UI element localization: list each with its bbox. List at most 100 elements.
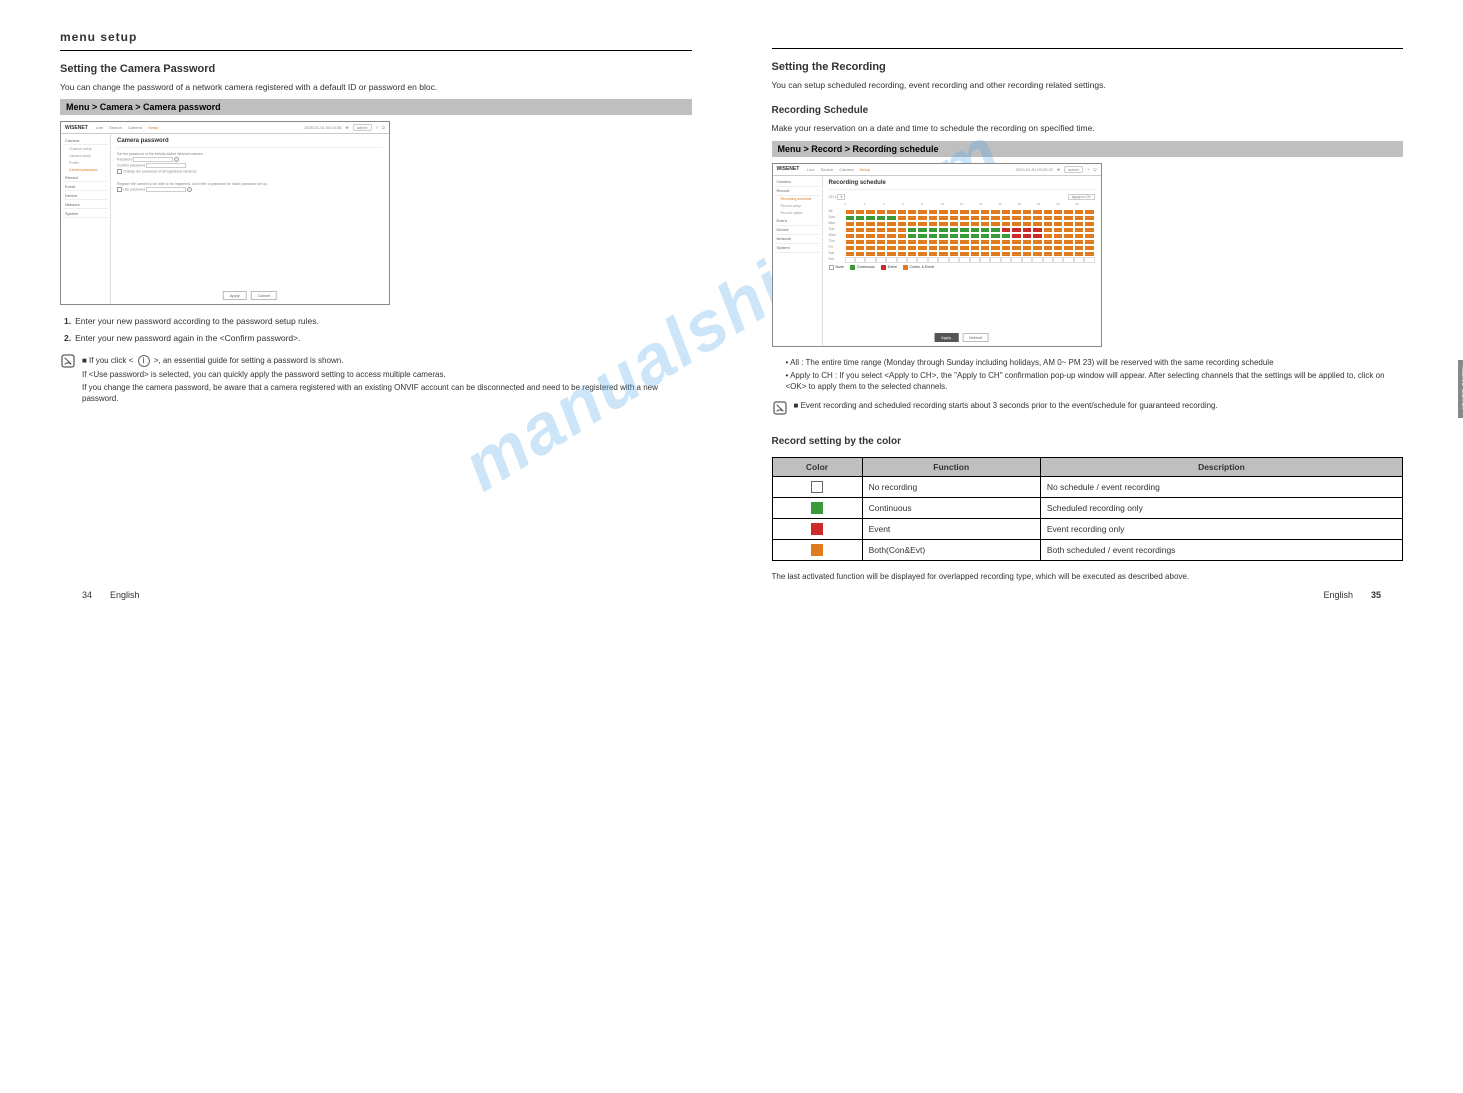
screenshot-camera-password: WISENET Live Search Camera Setup 2020-01…	[60, 121, 390, 305]
note-icon	[60, 353, 76, 375]
th-color: Color	[772, 457, 862, 476]
legend-continuous: Continuous	[857, 265, 875, 269]
legend-none: None	[836, 265, 844, 269]
topnav-camera[interactable]: Camera	[128, 125, 142, 130]
topnav-search[interactable]: Search	[109, 125, 122, 130]
apply-to-ch-button[interactable]: Apply to CH	[1068, 194, 1095, 200]
pw-label: Password	[117, 158, 132, 162]
sidebar-item-record[interactable]: Recordˇ	[63, 173, 108, 182]
schedule-legend: None Continuous Event Contin. & Event	[829, 265, 1095, 270]
help-icon[interactable]: ?	[376, 125, 378, 130]
chk-label: Change the password of all registered ca…	[123, 170, 197, 174]
page-columns: menu setup Setting the Camera Password Y…	[60, 30, 1403, 588]
ss2-body: Cameraˇ Recordˇ Recording schedule Recor…	[773, 176, 1101, 346]
ss2-main-title: Recording schedule	[829, 180, 1095, 190]
sidebar-item-network[interactable]: Networkˇ	[775, 235, 820, 244]
cancel-button[interactable]: Cancel	[251, 291, 277, 300]
sidebar-sub-camera-setup[interactable]: Camera setup	[63, 152, 108, 159]
right-sub-body: Make your reservation on a date and time…	[772, 122, 1404, 134]
sidebar-item-system[interactable]: Systemˇ	[63, 209, 108, 218]
note-row-1: ■ If you click < i >, an essential guide…	[60, 353, 692, 407]
step-2: 2.Enter your new password again in the <…	[64, 332, 692, 345]
schedule-grid[interactable]: AllSunMonTueWedThuFriSatHol	[829, 209, 1095, 263]
sidebar-item-device[interactable]: Deviceˇ	[63, 191, 108, 200]
language-icon[interactable]: ⎈	[345, 125, 348, 130]
note-3: If you change the camera password, be aw…	[82, 382, 692, 404]
legend-swatch-none	[829, 265, 834, 270]
sidebar-sub-record-setup[interactable]: Record setup	[775, 203, 820, 210]
topnav-setup[interactable]: Setup	[860, 167, 870, 172]
note-2: If <Use password> is selected, you can q…	[82, 369, 692, 380]
sidebar-item-event[interactable]: Eventˇ	[775, 217, 820, 226]
admin-button[interactable]: admin	[1064, 166, 1083, 173]
topnav-live[interactable]: Live	[96, 125, 103, 130]
use-password-input[interactable]	[146, 187, 186, 192]
color-table: Color Function Description No recordingN…	[772, 457, 1404, 561]
sidebar-item-event[interactable]: Eventˇ	[63, 182, 108, 191]
apply-button[interactable]: Apply	[934, 333, 958, 342]
language-icon[interactable]: ⎈	[1057, 167, 1060, 172]
ss2-datetime: 2020-01-01 00:20:22	[1016, 167, 1053, 172]
apply-button[interactable]: Apply	[223, 291, 247, 300]
page-footer-right: English	[1323, 590, 1353, 600]
schedule-top-row: CH 1 ▾ Apply to CH	[829, 194, 1095, 200]
confirm-password-input[interactable]	[146, 163, 186, 168]
sidebar-sub-recording-schedule[interactable]: Recording schedule	[775, 196, 820, 203]
ss2-buttons: Apply Default	[934, 333, 989, 342]
legend-swatch-both	[903, 265, 908, 270]
ss2-topnav: Live Search Camera Setup	[807, 167, 870, 172]
power-icon[interactable]: ⏻	[382, 125, 385, 130]
menu-path-bar-right: Menu > Record > Recording schedule	[772, 141, 1404, 157]
topnav-camera[interactable]: Camera	[839, 167, 853, 172]
default-button[interactable]: Default	[962, 333, 989, 342]
bullet-apply-ch: • Apply to CH : If you select <Apply to …	[786, 370, 1404, 392]
ss-buttons: Apply Cancel	[223, 291, 277, 300]
right-section-heading: Setting the Recording	[772, 61, 1404, 73]
ss-main-title: Camera password	[117, 138, 383, 148]
screenshot-recording-schedule: WISENET Live Search Camera Setup 2020-01…	[772, 163, 1102, 347]
sidebar-item-camera[interactable]: Cameraˇ	[775, 178, 820, 187]
sidebar-sub-camera-password[interactable]: Camera password	[63, 166, 108, 173]
ss-chk-row: Change the password of all registered ca…	[117, 169, 383, 174]
checkbox-change-all[interactable]	[117, 169, 122, 174]
legend-event: Event	[888, 265, 897, 269]
sidebar-sub-record-option[interactable]: Record option	[775, 210, 820, 217]
ss-line2: Register the camera to be able to be reg…	[117, 182, 383, 186]
ss-header-right: 2020-01-01 00:14:36 ⎈ admin ? ⏻	[304, 124, 385, 131]
sidebar-item-device[interactable]: Deviceˇ	[775, 226, 820, 235]
note-text-right: ■ Event recording and scheduled recordin…	[794, 400, 1218, 411]
side-tab: MENU SETUP	[1458, 360, 1463, 418]
ss-line1: Set the password of the initially-added …	[117, 152, 383, 156]
sidebar-sub-channel-setup[interactable]: Channel setup	[63, 145, 108, 152]
admin-button[interactable]: admin	[353, 124, 372, 131]
checkbox-use-password[interactable]	[117, 187, 122, 192]
sidebar-item-system[interactable]: Systemˇ	[775, 244, 820, 253]
note-row-right: ■ Event recording and scheduled recordin…	[772, 400, 1404, 422]
right-subheading: Recording Schedule	[772, 105, 1404, 116]
right-section-body: You can setup scheduled recording, event…	[772, 79, 1404, 91]
sidebar-sub-profile[interactable]: Profile	[63, 159, 108, 166]
table-footer: The last activated function will be disp…	[772, 571, 1404, 583]
topnav-live[interactable]: Live	[807, 167, 814, 172]
note-text-block: ■ If you click < i >, an essential guide…	[82, 353, 692, 407]
power-icon[interactable]: ⏻	[1093, 167, 1096, 172]
th-description: Description	[1040, 457, 1402, 476]
sidebar-item-camera[interactable]: Cameraˇ	[63, 136, 108, 145]
chk2-label: Use password	[123, 188, 145, 192]
channel-select[interactable]: ▾	[837, 194, 845, 200]
note-icon	[772, 400, 788, 422]
sidebar-item-record[interactable]: Recordˇ	[775, 187, 820, 196]
help-icon[interactable]: ?	[1087, 167, 1089, 172]
ss2-header: WISENET Live Search Camera Setup 2020-01…	[773, 164, 1101, 176]
info-icon-2[interactable]: i	[187, 187, 192, 192]
topnav-setup[interactable]: Setup	[148, 125, 158, 130]
topnav-search[interactable]: Search	[821, 167, 834, 172]
table-caption: Record setting by the color	[772, 436, 1404, 447]
ss-pw-row: Password i	[117, 157, 383, 162]
sidebar-item-network[interactable]: Networkˇ	[63, 200, 108, 209]
chapter-title: menu setup	[60, 30, 692, 44]
channel-label: CH 1	[829, 195, 837, 199]
info-icon[interactable]: i	[174, 157, 179, 162]
th-function: Function	[862, 457, 1040, 476]
password-input[interactable]	[133, 157, 173, 162]
